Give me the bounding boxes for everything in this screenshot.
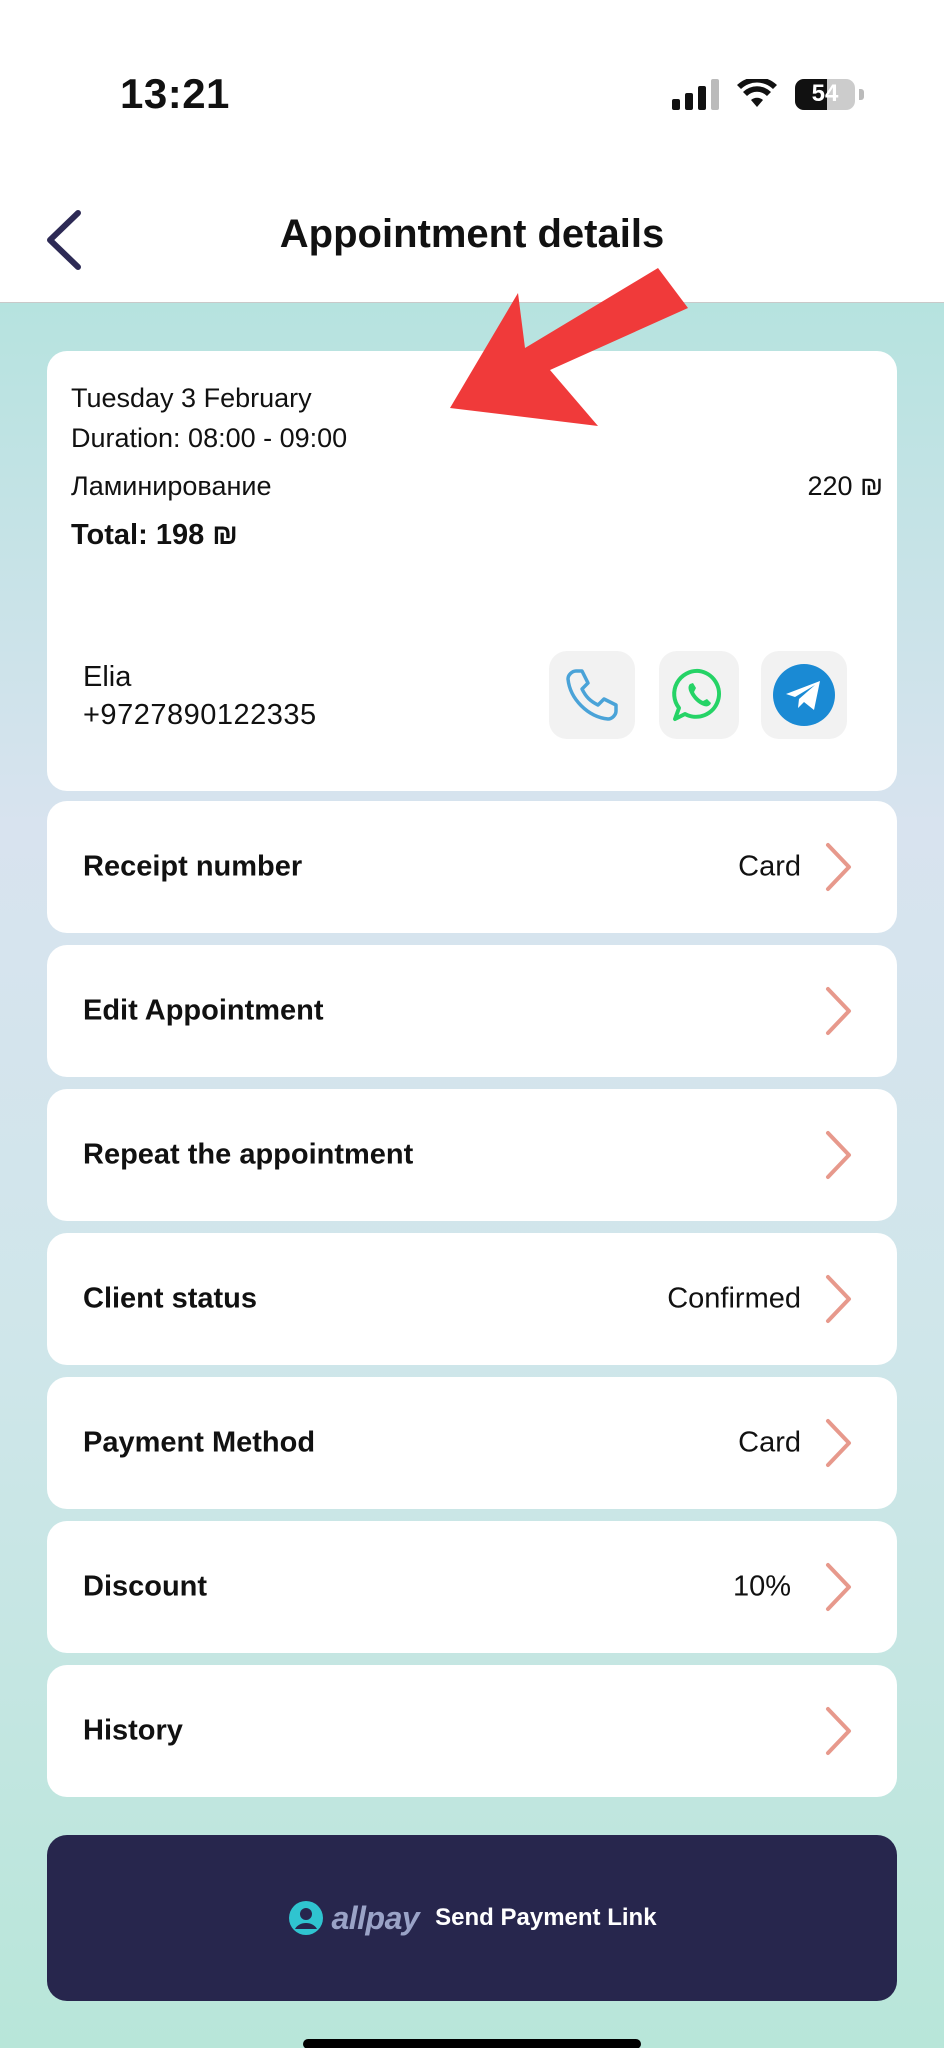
- whatsapp-button[interactable]: [659, 651, 739, 739]
- repeat-appointment-row[interactable]: Repeat the appointment: [47, 1089, 897, 1221]
- client-status-row[interactable]: Client status Confirmed: [47, 1233, 897, 1365]
- history-label: History: [83, 1714, 183, 1747]
- cellular-signal-icon: [672, 78, 719, 110]
- receipt-number-value: Card: [738, 850, 801, 883]
- discount-value: 10%: [732, 1570, 791, 1603]
- client-name: Elia: [83, 661, 132, 693]
- page-title: Appointment details: [279, 212, 665, 256]
- whatsapp-icon: [672, 668, 721, 721]
- discount-row[interactable]: Discount 10%: [47, 1521, 897, 1653]
- allpay-icon: [289, 1901, 324, 1935]
- discount-label: Discount: [83, 1570, 208, 1603]
- send-payment-link-label: Send Payment Link: [435, 1904, 657, 1931]
- call-button[interactable]: [549, 651, 635, 739]
- telegram-icon: [773, 664, 835, 726]
- allpay-logo: allpay: [287, 1899, 420, 1937]
- status-icons: 54: [672, 78, 864, 110]
- chevron-right-icon: [826, 843, 851, 891]
- repeat-appointment-label: Repeat the appointment: [83, 1138, 414, 1171]
- edit-appointment-row[interactable]: Edit Appointment: [47, 945, 897, 1077]
- status-bar: 13:21 54: [0, 0, 944, 150]
- payment-method-row[interactable]: Payment Method Card: [47, 1377, 897, 1509]
- client-status-label: Client status: [83, 1282, 258, 1315]
- chevron-right-icon: [826, 1131, 851, 1179]
- payment-method-value: Card: [738, 1426, 801, 1459]
- client-phone: +9727890122335: [83, 699, 317, 731]
- allpay-brand-text: allpay: [331, 1899, 420, 1936]
- battery-icon: 54: [795, 78, 855, 110]
- appointment-duration: Duration: 08:00 - 09:00: [71, 423, 348, 453]
- payment-method-label: Payment Method: [83, 1426, 316, 1459]
- send-payment-link-button[interactable]: allpay Send Payment Link: [47, 1835, 897, 2001]
- phone-icon: [566, 669, 618, 721]
- content-area: Tuesday 3 February Duration: 08:00 - 09:…: [0, 303, 944, 2048]
- home-indicator: [303, 2039, 641, 2048]
- chevron-right-icon: [826, 987, 851, 1035]
- service-name: Ламинирование: [71, 471, 272, 501]
- wifi-icon: [737, 79, 777, 107]
- chevron-right-icon: [826, 1275, 851, 1323]
- receipt-number-label: Receipt number: [83, 850, 303, 883]
- service-price: 220 ₪: [807, 471, 883, 501]
- appointment-summary-card: Tuesday 3 February Duration: 08:00 - 09:…: [47, 351, 897, 791]
- receipt-number-row[interactable]: Receipt number Card: [47, 801, 897, 933]
- appointment-date: Tuesday 3 February: [71, 383, 312, 413]
- battery-percent: 54: [811, 80, 839, 107]
- header: Appointment details: [0, 150, 944, 303]
- appointment-total: Total: 198 ₪: [71, 519, 238, 551]
- history-row[interactable]: History: [47, 1665, 897, 1797]
- chevron-right-icon: [826, 1707, 851, 1755]
- telegram-button[interactable]: [761, 651, 847, 739]
- client-status-value: Confirmed: [667, 1282, 801, 1315]
- status-time: 13:21: [120, 70, 230, 117]
- edit-appointment-label: Edit Appointment: [83, 994, 324, 1027]
- chevron-right-icon: [826, 1563, 851, 1611]
- chevron-right-icon: [826, 1419, 851, 1467]
